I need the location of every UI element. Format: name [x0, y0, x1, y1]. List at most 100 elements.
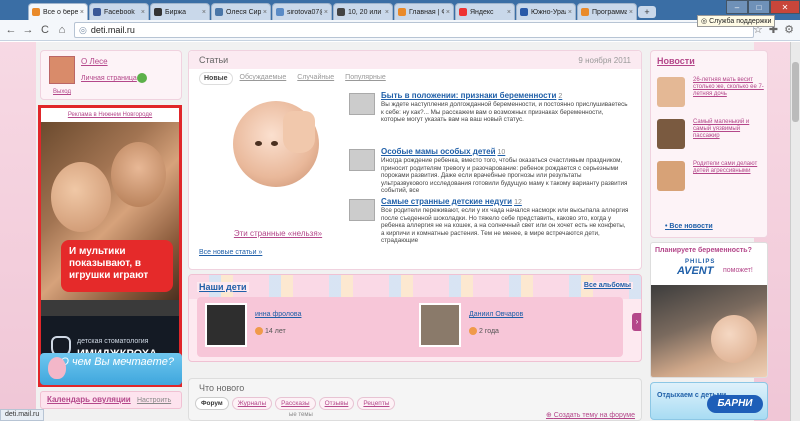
avatar[interactable] [49, 56, 75, 84]
browser-tab[interactable]: Олеся Сирот× [211, 3, 271, 20]
ovulation-calendar: Календарь овуляции Настроить [40, 391, 182, 409]
news-title-link[interactable]: Новости [657, 56, 695, 66]
tab-random[interactable]: Случайные [293, 72, 338, 85]
browser-tab-label: Все о беременн [43, 8, 78, 16]
hero-caption-link[interactable]: Эти странные «нельзя» [233, 229, 323, 239]
tab-new[interactable]: Новые [199, 72, 233, 85]
article-snippet: Вы ждете наступления долгожданной береме… [381, 101, 628, 124]
close-tab-icon[interactable]: × [385, 9, 389, 16]
kid-photo[interactable] [419, 303, 461, 347]
ovulation-calendar-link[interactable]: Календарь овуляции [47, 395, 131, 404]
dream-banner[interactable]: О чем Вы мечтаете? [40, 353, 182, 385]
avent-ad-belly [711, 315, 757, 363]
news-link[interactable]: Родители сами делают детей агрессивными [693, 161, 765, 175]
browser-tab[interactable]: Все о беременн× [28, 3, 88, 20]
article-thumbnail[interactable] [349, 199, 375, 221]
tooltip-text: Служба поддержки [709, 18, 772, 25]
ad-header-link[interactable]: Реклама в Нижнем Новгороде [41, 108, 179, 122]
article-title-link[interactable]: Особые мамы особых детей 10 [381, 147, 505, 156]
article-title-link[interactable]: Быть в положении: признаки беременности 2 [381, 91, 562, 100]
reload-icon[interactable]: C [38, 23, 52, 37]
home-icon[interactable]: ⌂ [55, 23, 69, 37]
news-thumbnail[interactable] [657, 77, 685, 107]
news-link[interactable]: 26-летняя мать весит столько же, сколько… [693, 77, 765, 98]
forward-icon[interactable]: → [21, 23, 35, 37]
browser-tab[interactable]: Программа × [577, 3, 637, 20]
tab-stories[interactable]: Рассказы [275, 397, 316, 410]
favicon-icon [459, 8, 467, 16]
create-topic-text: Создать тему на форуме [553, 412, 635, 419]
articles-tabs: Новые Обсуждаемые Случайные Популярные [199, 72, 390, 85]
whats-new-subtitle: ые темы [289, 412, 313, 418]
barni-ad[interactable]: Отдыхаем с детьми БАРНИ [650, 382, 768, 420]
ad-child-face-2 [111, 142, 166, 207]
news-thumbnail[interactable] [657, 119, 685, 149]
my-page-link[interactable]: Личная страница [81, 75, 137, 82]
tab-popular[interactable]: Популярные [341, 72, 390, 85]
browser-tab[interactable]: Facebook × [89, 3, 149, 20]
dream-text: О чем Вы мечтаете? [60, 356, 174, 368]
scrollbar-thumb[interactable] [792, 62, 799, 122]
favicon-icon [581, 8, 589, 16]
news-link[interactable]: Самый маленький и самый уязвимый пассажи… [693, 119, 765, 140]
barni-logo: БАРНИ [707, 395, 763, 413]
kid-age-text: 14 лет [265, 327, 286, 335]
article-title-link[interactable]: Самые странные детские недуги 12 [381, 197, 522, 206]
tab-recipes[interactable]: Рецепты [357, 397, 396, 410]
friends-icon[interactable] [137, 73, 147, 83]
all-albums-link[interactable]: Все альбомы [581, 282, 633, 289]
tab-discussed[interactable]: Обсуждаемые [236, 72, 291, 85]
browser-tab[interactable]: 10, 20 или 50× [333, 3, 393, 20]
article-thumbnail[interactable] [349, 93, 375, 115]
browser-tab[interactable]: Биржа × [150, 3, 210, 20]
wrench-icon[interactable]: ⚙ [784, 23, 794, 36]
close-tab-icon[interactable]: × [446, 9, 450, 16]
close-tab-icon[interactable]: × [202, 9, 206, 16]
browser-tab[interactable]: Главная | Фо× [394, 3, 454, 20]
kid-name-link[interactable]: Даниил Овчаров [469, 311, 523, 318]
minimize-button[interactable]: – [726, 0, 748, 14]
kids-header-pattern [189, 275, 641, 299]
create-forum-topic-link[interactable]: ⊕ Создать тему на форуме [546, 411, 635, 419]
close-tab-icon[interactable]: × [324, 9, 328, 16]
close-tab-icon[interactable]: × [80, 9, 84, 16]
vertical-scrollbar[interactable] [790, 42, 800, 421]
all-news-link[interactable]: • Все новости [665, 223, 713, 230]
comment-count: 10 [497, 149, 506, 156]
profile-name-link[interactable]: О Лесе [81, 57, 108, 66]
calendar-settings-link[interactable]: Настроить [137, 397, 171, 404]
new-tab-button[interactable]: + [638, 6, 656, 18]
close-tab-icon[interactable]: × [141, 9, 145, 16]
our-kids-title-link[interactable]: Наши дети [197, 282, 249, 292]
article-thumbnail[interactable] [349, 149, 375, 171]
browser-tab[interactable]: sirotova07@× [272, 3, 332, 20]
news-thumbnail[interactable] [657, 161, 685, 191]
browser-tab[interactable]: Яндекс × [455, 3, 515, 20]
close-window-button[interactable]: ✕ [770, 0, 800, 14]
hero-image[interactable] [233, 101, 319, 187]
favicon-icon [337, 8, 345, 16]
logout-link[interactable]: Выход [53, 89, 71, 95]
kid-photo[interactable] [205, 303, 247, 347]
our-kids-panel: Наши дети Все альбомы инна фролова 14 ле… [188, 274, 642, 362]
browser-tab[interactable]: Южно-Урал × [516, 3, 576, 20]
all-new-articles-link[interactable]: Все новые статьи » [199, 249, 262, 256]
address-url: deti.mail.ru [90, 25, 135, 35]
address-bar[interactable]: ◎ deti.mail.ru [74, 22, 754, 38]
close-tab-icon[interactable]: × [568, 9, 572, 16]
tab-forum[interactable]: Форум [195, 397, 229, 410]
maximize-button[interactable]: □ [748, 0, 770, 14]
close-tab-icon[interactable]: × [629, 9, 633, 16]
dental-clinic-ad[interactable]: Реклама в Нижнем Новгороде И мультики по… [38, 105, 182, 387]
comment-count: 12 [514, 199, 522, 206]
back-icon[interactable]: ← [4, 23, 18, 37]
next-arrow-icon[interactable]: › [632, 313, 641, 331]
avent-ad-photo [651, 285, 767, 377]
kid-name-link[interactable]: инна фролова [255, 311, 301, 318]
browser-tab-label: 10, 20 или 50 [348, 8, 383, 16]
tab-journals[interactable]: Журналы [231, 397, 273, 410]
tab-reviews[interactable]: Отзывы [318, 397, 355, 410]
close-tab-icon[interactable]: × [507, 9, 511, 16]
avent-ad[interactable]: Планируете беременность? PHILIPS AVENT п… [650, 242, 768, 378]
close-tab-icon[interactable]: × [263, 9, 267, 16]
